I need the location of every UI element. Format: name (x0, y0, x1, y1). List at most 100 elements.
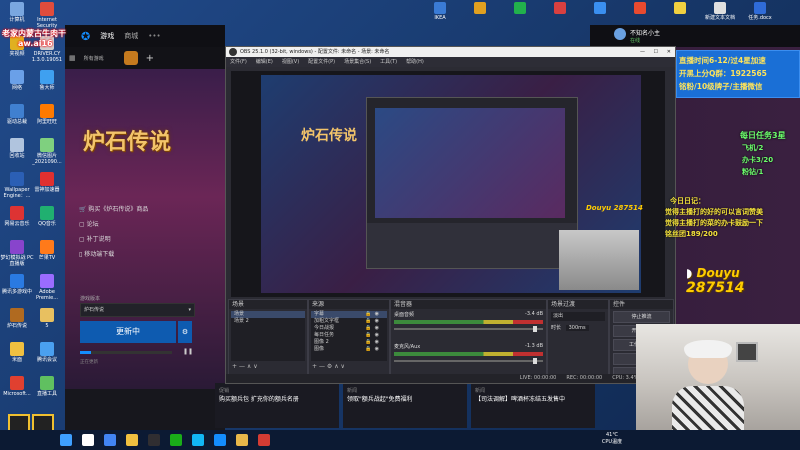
explorer-icon[interactable] (126, 434, 138, 446)
link-patch[interactable]: ▢ 补丁说明 (79, 234, 148, 243)
pause-icon[interactable]: ❚❚ (183, 348, 193, 355)
start-icon[interactable] (60, 434, 72, 446)
tray-clock[interactable]: 41℃ CPU温度 (598, 432, 626, 446)
lock-icon[interactable]: 🔒 (365, 318, 371, 325)
wechat-icon[interactable] (170, 434, 182, 446)
transition-select[interactable]: 淡出 (551, 312, 605, 321)
eye-icon[interactable]: ◉ (375, 318, 379, 325)
obs-menu-item[interactable]: 工具(T) (380, 57, 397, 67)
volume-slider[interactable] (394, 326, 543, 332)
source-settings-icon[interactable]: ⚙ (327, 363, 332, 370)
tab-games[interactable]: 游戏 (100, 31, 114, 41)
link-buy[interactable]: 🛒 购买《炉石传说》商品 (79, 204, 148, 213)
lock-icon[interactable]: 🔒 (365, 339, 371, 346)
desktop-icon[interactable]: Adobe Premie... (30, 274, 64, 301)
obs-menu-item[interactable]: 场景集合(S) (344, 57, 371, 67)
volume-slider-handle[interactable] (533, 326, 537, 332)
minimize-icon[interactable]: — (640, 47, 645, 57)
eye-icon[interactable]: ◉ (375, 311, 379, 318)
desktop-icon[interactable]: 梦幻模拟战 PC直播版 (0, 240, 34, 267)
all-games-link[interactable]: 所有游戏 (84, 55, 104, 62)
source-item[interactable]: 图像 2 ◉ 🔒 (311, 339, 387, 346)
source-down-icon[interactable]: ∨ (341, 363, 345, 370)
desktop-icon[interactable] (665, 2, 695, 15)
lock-icon[interactable]: 🔒 (365, 332, 371, 339)
desktop-icon[interactable]: 雷神加速器 (30, 172, 64, 193)
desktop-icon[interactable]: 鲁大师 (30, 70, 64, 91)
source-item[interactable]: 图像 ◉ 🔒 (311, 346, 387, 353)
close-icon[interactable]: ✕ (667, 47, 671, 57)
user-name[interactable]: 不知名小主 (630, 28, 660, 37)
volume-slider-handle[interactable] (533, 358, 537, 364)
more-icon[interactable]: ••• (148, 32, 160, 40)
add-scene-icon[interactable]: + (232, 363, 237, 370)
music-icon[interactable] (258, 434, 270, 446)
desktop-icon[interactable]: 米面 (0, 342, 34, 363)
link-forum[interactable]: ▢ 论坛 (79, 219, 148, 228)
update-settings-button[interactable]: ⚙ (178, 321, 192, 343)
add-game-icon[interactable]: + (146, 53, 154, 64)
desktop-icon[interactable]: 5 (30, 308, 64, 329)
scene-up-icon[interactable]: ∧ (247, 363, 251, 370)
version-select[interactable]: 炉石传说 ▾ (80, 303, 195, 317)
desktop-icon[interactable]: 直播工具 (30, 376, 64, 397)
desktop-icon[interactable]: 驱动总裁 (0, 104, 34, 125)
maximize-icon[interactable]: ☐ (654, 47, 658, 57)
source-item[interactable]: 今日战报 ◉ 🔒 (311, 325, 387, 332)
qq-icon[interactable] (192, 434, 204, 446)
desktop-icon[interactable]: 腾讯多游戏中 (0, 274, 34, 295)
desktop-icon[interactable]: 芒果TV (30, 240, 64, 261)
desktop-icon[interactable] (585, 2, 615, 15)
scene-down-icon[interactable]: ∨ (253, 363, 257, 370)
remove-scene-icon[interactable]: — (239, 363, 245, 370)
source-item[interactable]: 每日任务 ◉ 🔒 (311, 332, 387, 339)
desktop-icon[interactable]: 回收站 (0, 138, 34, 159)
obs-menu-item[interactable]: 文件(F) (230, 57, 247, 67)
remove-source-icon[interactable]: — (319, 363, 325, 370)
desktop-icon[interactable]: 网易云音乐 (0, 206, 34, 227)
eye-icon[interactable]: ◉ (375, 346, 379, 353)
desktop-icon[interactable]: Internet Security (30, 2, 64, 29)
desktop-icon[interactable]: 计算机 (0, 2, 34, 23)
obs-icon[interactable] (148, 434, 160, 446)
source-up-icon[interactable]: ∧ (334, 363, 338, 370)
obs-menu-item[interactable]: 帮助(H) (406, 57, 424, 67)
desktop-icon[interactable]: 腾讯会议 (30, 342, 64, 363)
news-card[interactable]: 新闻 【司法调解】啤酒杯冻结五发售中 (471, 383, 595, 428)
desktop-icon[interactable]: 微信图片_2021090... (30, 138, 64, 165)
desktop-icon[interactable]: 任务.docx (745, 2, 775, 21)
duration-input[interactable]: 300ms (565, 325, 589, 331)
scene-item[interactable]: 场景 2 (231, 318, 305, 325)
all-games-icon[interactable]: ▦ (69, 54, 76, 62)
news-card[interactable]: 新闻 领取"额兵战起"免费福利 (343, 383, 467, 428)
volume-slider[interactable] (394, 358, 543, 364)
desktop-icon[interactable]: 网络 (0, 70, 34, 91)
desktop-icon[interactable] (465, 2, 495, 15)
scene-item[interactable]: 场景 (231, 311, 305, 318)
battlenet-logo-icon[interactable]: ✪ (81, 30, 90, 43)
desktop-icon[interactable]: Microsoft... (0, 376, 34, 397)
source-item[interactable]: 加粗文字框 ◉ 🔒 (311, 318, 387, 325)
lock-icon[interactable]: 🔒 (365, 346, 371, 353)
desktop-icon[interactable]: 炉石传说 (0, 308, 34, 329)
desktop-icon[interactable]: Wallpaper Engine：... (0, 172, 34, 199)
desktop-icon[interactable] (505, 2, 535, 15)
obs-menu-item[interactable]: 配置文件(P) (308, 57, 335, 67)
eye-icon[interactable]: ◉ (375, 339, 379, 346)
desktop-icon[interactable] (625, 2, 655, 15)
hearthstone-tab-icon[interactable] (123, 51, 138, 65)
add-source-icon[interactable]: + (312, 363, 317, 370)
cortana-icon[interactable] (82, 434, 94, 446)
update-button[interactable]: 更新中 (80, 321, 176, 343)
control-button[interactable]: 停止推流 (613, 311, 670, 323)
battlenet-icon[interactable] (214, 434, 226, 446)
user-avatar[interactable] (614, 28, 626, 40)
desktop-icon[interactable]: 新建文本文档 (705, 2, 735, 21)
tab-shop[interactable]: 商城 (124, 31, 138, 41)
eye-icon[interactable]: ◉ (375, 325, 379, 332)
eye-icon[interactable]: ◉ (375, 332, 379, 339)
desktop-icon[interactable]: 阿里旺旺 (30, 104, 64, 125)
desktop-icon[interactable]: IKEA (425, 2, 455, 21)
news-card[interactable]: 促销 购买额兵包 扩充你的额兵名册 (215, 383, 339, 428)
desktop-icon[interactable]: QQ音乐 (30, 206, 64, 227)
